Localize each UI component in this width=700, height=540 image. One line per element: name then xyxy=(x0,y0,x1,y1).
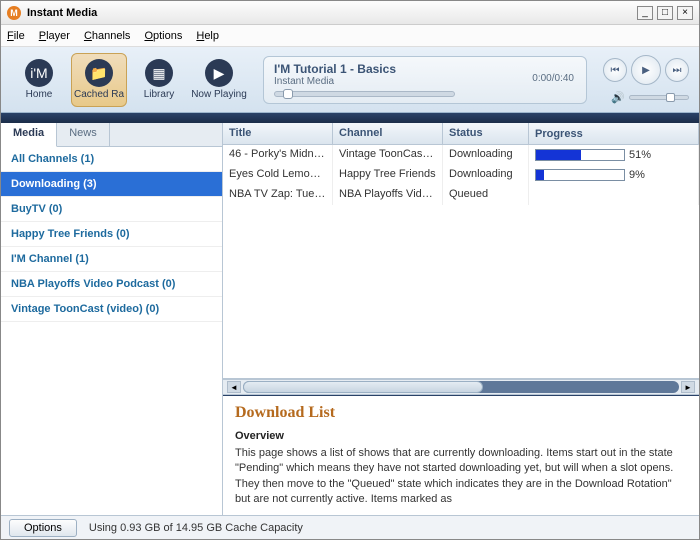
col-header-progress[interactable]: Progress xyxy=(529,123,699,144)
volume-row: 🔊 xyxy=(611,91,689,104)
library-button[interactable]: ▦ Library xyxy=(131,53,187,107)
library-icon: ▦ xyxy=(145,59,173,87)
progress-bar xyxy=(535,169,625,181)
maximize-button[interactable]: □ xyxy=(657,6,673,20)
info-title: Download List xyxy=(235,404,687,422)
col-header-channel[interactable]: Channel xyxy=(333,123,443,144)
cell-title: 46 - Porky's Midnight... xyxy=(223,145,333,165)
table-row[interactable]: 46 - Porky's Midnight...Vintage ToonCast… xyxy=(223,145,699,165)
prev-button[interactable]: ⏮ xyxy=(603,58,627,82)
cell-status: Queued xyxy=(443,185,529,205)
volume-thumb[interactable] xyxy=(666,93,675,102)
channel-item-downloading[interactable]: Downloading (3) xyxy=(1,172,222,197)
info-heading: Overview xyxy=(235,430,687,442)
seek-thumb[interactable] xyxy=(283,89,293,99)
cell-progress xyxy=(529,185,699,205)
app-icon: M xyxy=(7,6,21,20)
info-body: This page shows a list of shows that are… xyxy=(235,446,687,508)
menu-channels[interactable]: Channels xyxy=(84,30,131,42)
menubar: File Player Channels Options Help xyxy=(1,25,699,47)
np-time: 0:00/0:40 xyxy=(532,73,574,84)
now-playing-panel: I'M Tutorial 1 - Basics Instant Media 0:… xyxy=(263,56,587,104)
info-pane: Download List Overview This page shows a… xyxy=(223,395,699,515)
transport-controls: ⏮ ▶ ⏭ xyxy=(603,55,689,85)
sidebar-tabs: Media News xyxy=(1,123,222,147)
play-icon: ▶ xyxy=(205,59,233,87)
transport-column: ⏮ ▶ ⏭ 🔊 xyxy=(603,55,689,104)
menu-file[interactable]: File xyxy=(7,30,25,42)
content-area: Title Channel Status Progress 46 - Porky… xyxy=(223,123,699,515)
play-button[interactable]: ▶ xyxy=(631,55,661,85)
cell-status: Downloading xyxy=(443,145,529,165)
cell-channel: Happy Tree Friends xyxy=(333,165,443,185)
grid-body: 46 - Porky's Midnight...Vintage ToonCast… xyxy=(223,145,699,379)
progress-label: 51% xyxy=(629,149,651,161)
cell-channel: NBA Playoffs Video P... xyxy=(333,185,443,205)
now-playing-button[interactable]: ▶ Now Playing xyxy=(191,53,247,107)
channel-item-buytv[interactable]: BuyTV (0) xyxy=(1,197,222,222)
scroll-thumb[interactable] xyxy=(243,381,483,393)
progress-bar xyxy=(535,149,625,161)
grid-header: Title Channel Status Progress xyxy=(223,123,699,145)
library-label: Library xyxy=(144,89,175,100)
cached-button[interactable]: 📁 Cached Ra xyxy=(71,53,127,107)
tab-news[interactable]: News xyxy=(57,123,110,146)
menu-player[interactable]: Player xyxy=(39,30,70,42)
titlebar: M Instant Media _ □ × xyxy=(1,1,699,25)
options-button[interactable]: Options xyxy=(9,519,77,537)
home-icon: i'M xyxy=(25,59,53,87)
status-text: Using 0.93 GB of 14.95 GB Cache Capacity xyxy=(89,522,303,534)
channel-item-happytree[interactable]: Happy Tree Friends (0) xyxy=(1,222,222,247)
home-label: Home xyxy=(26,89,53,100)
channel-list: All Channels (1) Downloading (3) BuyTV (… xyxy=(1,147,222,515)
cell-title: NBA TV Zap: Tuesda... xyxy=(223,185,333,205)
volume-icon: 🔊 xyxy=(611,91,625,104)
cell-channel: Vintage ToonCast (vi... xyxy=(333,145,443,165)
scroll-track[interactable] xyxy=(243,381,679,393)
table-row[interactable]: Eyes Cold LemonadeHappy Tree FriendsDown… xyxy=(223,165,699,185)
menu-help[interactable]: Help xyxy=(196,30,219,42)
tab-media[interactable]: Media xyxy=(1,123,57,147)
folder-icon: 📁 xyxy=(85,59,113,87)
statusbar: Options Using 0.93 GB of 14.95 GB Cache … xyxy=(1,515,699,539)
cell-progress: 9% xyxy=(529,165,699,185)
cell-status: Downloading xyxy=(443,165,529,185)
minimize-button[interactable]: _ xyxy=(637,6,653,20)
menu-options[interactable]: Options xyxy=(144,30,182,42)
sidebar: Media News All Channels (1) Downloading … xyxy=(1,123,223,515)
channel-item-all[interactable]: All Channels (1) xyxy=(1,147,222,172)
volume-slider[interactable] xyxy=(629,95,689,100)
close-button[interactable]: × xyxy=(677,6,693,20)
horizontal-scrollbar[interactable]: ◄ ► xyxy=(223,379,699,395)
main-body: Media News All Channels (1) Downloading … xyxy=(1,123,699,515)
scroll-left-button[interactable]: ◄ xyxy=(227,381,241,393)
channel-item-im[interactable]: I'M Channel (1) xyxy=(1,247,222,272)
toolbar: i'M Home 📁 Cached Ra ▦ Library ▶ Now Pla… xyxy=(1,47,699,113)
home-button[interactable]: i'M Home xyxy=(11,53,67,107)
np-subtitle: Instant Media xyxy=(274,76,576,87)
cell-progress: 51% xyxy=(529,145,699,165)
cell-title: Eyes Cold Lemonade xyxy=(223,165,333,185)
window-controls: _ □ × xyxy=(637,6,693,20)
col-header-status[interactable]: Status xyxy=(443,123,529,144)
now-playing-label: Now Playing xyxy=(191,89,247,100)
cached-label: Cached Ra xyxy=(74,89,124,100)
seek-slider[interactable] xyxy=(274,91,455,97)
table-row[interactable]: NBA TV Zap: Tuesda...NBA Playoffs Video … xyxy=(223,185,699,205)
separator-strip xyxy=(1,113,699,123)
channel-item-nba[interactable]: NBA Playoffs Video Podcast (0) xyxy=(1,272,222,297)
window-title: Instant Media xyxy=(27,7,637,19)
scroll-right-button[interactable]: ► xyxy=(681,381,695,393)
np-title: I'M Tutorial 1 - Basics xyxy=(274,62,576,76)
progress-label: 9% xyxy=(629,169,645,181)
next-button[interactable]: ⏭ xyxy=(665,58,689,82)
col-header-title[interactable]: Title xyxy=(223,123,333,144)
app-window: M Instant Media _ □ × File Player Channe… xyxy=(0,0,700,540)
channel-item-vintage[interactable]: Vintage ToonCast (video) (0) xyxy=(1,297,222,322)
